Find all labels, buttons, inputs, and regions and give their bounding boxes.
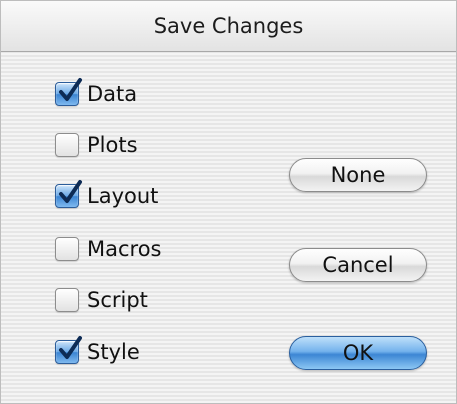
option-data[interactable]: Data	[55, 78, 137, 110]
ok-button[interactable]: OK	[289, 336, 427, 370]
script-checkbox[interactable]	[55, 288, 79, 312]
option-layout[interactable]: Layout	[55, 180, 158, 212]
style-checkbox[interactable]	[55, 336, 82, 364]
plots-label: Plots	[87, 133, 138, 157]
option-script[interactable]: Script	[55, 284, 148, 316]
data-checkbox[interactable]	[55, 78, 82, 106]
layout-label: Layout	[87, 184, 159, 208]
title-bar: Save Changes	[1, 1, 456, 52]
none-button[interactable]: None	[289, 158, 427, 192]
option-style[interactable]: Style	[55, 336, 140, 368]
data-label: Data	[87, 82, 138, 106]
style-label: Style	[87, 340, 140, 364]
cancel-button[interactable]: Cancel	[289, 248, 427, 282]
macros-label: Macros	[87, 237, 162, 261]
checkmark-icon	[59, 180, 82, 203]
option-plots[interactable]: Plots	[55, 129, 138, 161]
plots-checkbox[interactable]	[55, 133, 79, 157]
dialog-title: Save Changes	[153, 14, 304, 38]
option-macros[interactable]: Macros	[55, 233, 162, 265]
layout-checkbox[interactable]	[55, 180, 82, 208]
checkmark-icon	[59, 78, 82, 101]
macros-checkbox[interactable]	[55, 237, 79, 261]
save-changes-dialog: Save Changes Data Plots Layout Macros Sc…	[0, 0, 457, 404]
script-label: Script	[87, 288, 148, 312]
checkmark-icon	[59, 336, 82, 359]
